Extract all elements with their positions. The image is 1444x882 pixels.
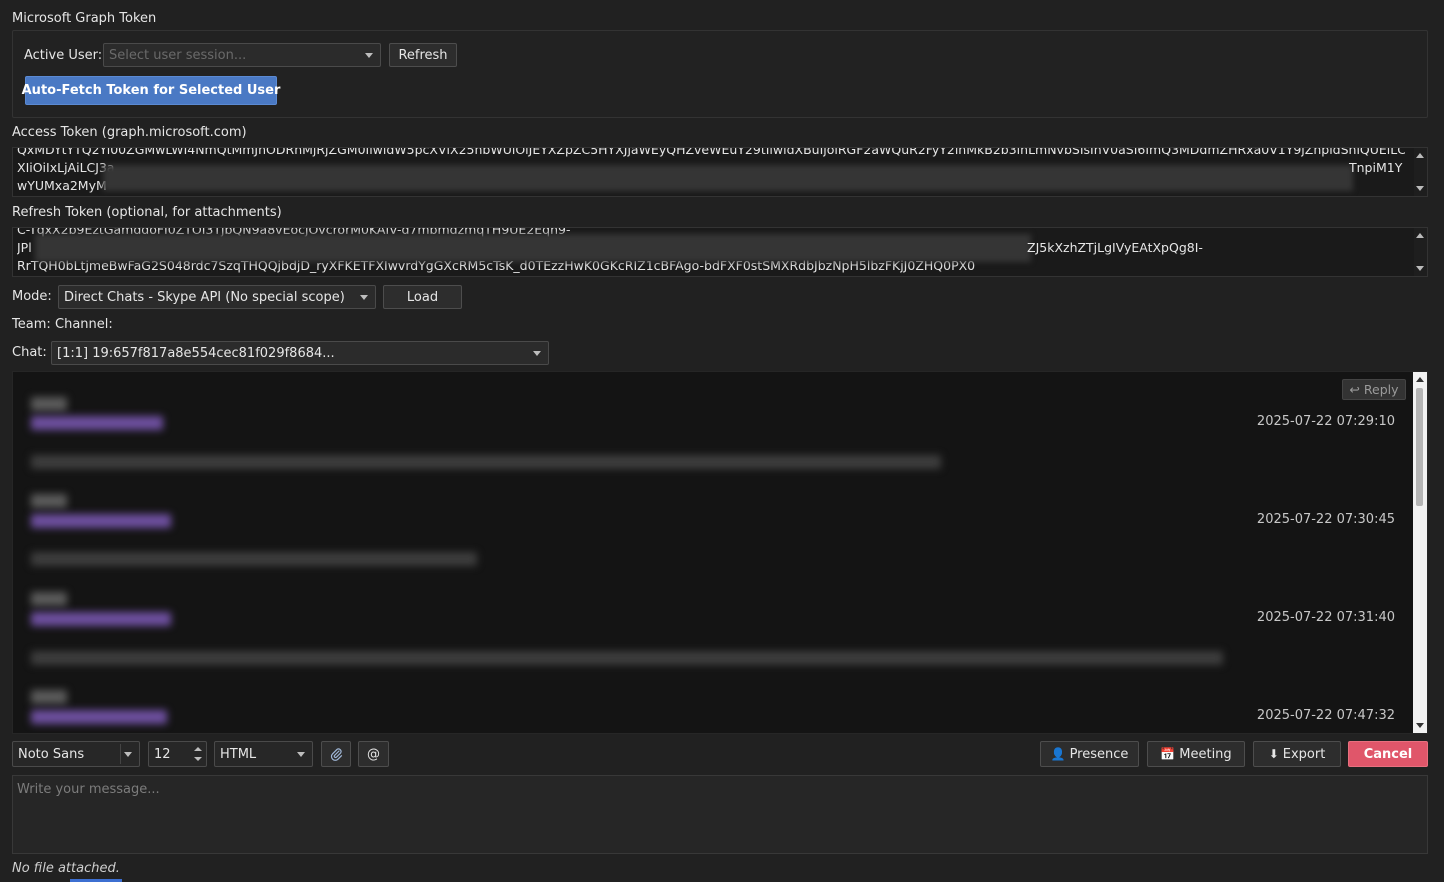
reply-button[interactable]: ↩ Reply bbox=[1342, 379, 1406, 400]
divider bbox=[120, 744, 121, 764]
token-group-box: Active User: Select user session... Refr… bbox=[12, 30, 1428, 118]
font-size-value: 12 bbox=[154, 746, 171, 762]
presence-label: Presence bbox=[1069, 746, 1129, 762]
chevron-down-icon bbox=[124, 752, 132, 757]
increment-icon[interactable] bbox=[194, 747, 202, 751]
sender-email bbox=[31, 514, 171, 528]
scroll-up-icon[interactable] bbox=[1416, 233, 1424, 238]
message-timestamp: 2025-07-22 07:47:32 bbox=[1256, 708, 1395, 723]
token-group-title: Microsoft Graph Token bbox=[12, 11, 157, 26]
message-timestamp: 2025-07-22 07:30:45 bbox=[1256, 512, 1395, 527]
font-size-stepper[interactable]: 12 bbox=[148, 741, 207, 767]
meeting-label: Meeting bbox=[1179, 746, 1232, 762]
refresh-token-scrollbar[interactable] bbox=[1414, 228, 1427, 276]
sender-email bbox=[31, 612, 171, 626]
person-icon: 👤 bbox=[1050, 747, 1066, 761]
sender-name bbox=[31, 397, 67, 411]
channel-label: Channel: bbox=[55, 317, 113, 332]
team-label: Team: bbox=[12, 317, 51, 332]
format-value: HTML bbox=[220, 746, 257, 762]
auto-fetch-token-button[interactable]: Auto-Fetch Token for Selected User bbox=[22, 76, 280, 105]
scroll-down-icon[interactable] bbox=[1416, 723, 1424, 728]
chat-select[interactable]: [1:1] 19:657f817a8e554cec81f029f8684... bbox=[51, 341, 549, 365]
message-body bbox=[31, 651, 1223, 665]
sender-email bbox=[31, 710, 167, 724]
calendar-icon: 📅 bbox=[1160, 747, 1176, 761]
chevron-down-icon bbox=[360, 295, 368, 300]
refresh-token-field[interactable]: C-TqxX2b9EztGamddoFI0ZTOI3TjbQN9a8vEocjO… bbox=[12, 227, 1428, 277]
chevron-down-icon bbox=[365, 53, 373, 58]
active-user-placeholder: Select user session... bbox=[109, 47, 247, 63]
attachment-status: No file attached. bbox=[12, 861, 120, 876]
active-user-label: Active User: bbox=[24, 48, 103, 63]
compose-placeholder: Write your message... bbox=[17, 782, 160, 797]
font-family-select[interactable]: Noto Sans bbox=[12, 741, 140, 767]
access-token-line-1: QxMDYtYTQ2Yi00ZGMwLWI4NmQtMmJhODRhMjRjZG… bbox=[17, 147, 1405, 157]
paperclip-icon bbox=[330, 748, 342, 761]
format-select[interactable]: HTML bbox=[214, 741, 313, 767]
presence-button[interactable]: 👤 Presence bbox=[1040, 741, 1139, 767]
load-button[interactable]: Load bbox=[383, 285, 462, 309]
access-token-scrollbar[interactable] bbox=[1414, 148, 1427, 196]
message-body bbox=[31, 552, 477, 566]
cancel-button[interactable]: Cancel bbox=[1348, 741, 1428, 767]
mode-select[interactable]: Direct Chats - Skype API (No special sco… bbox=[58, 285, 376, 309]
access-token-label: Access Token (graph.microsoft.com) bbox=[12, 125, 247, 140]
chevron-down-icon bbox=[297, 752, 305, 757]
chat-scrollbar[interactable] bbox=[1413, 372, 1427, 733]
decrement-icon[interactable] bbox=[194, 757, 202, 761]
download-icon: ⬇ bbox=[1268, 747, 1279, 761]
mention-button[interactable]: @ bbox=[358, 741, 389, 767]
message-body bbox=[31, 455, 941, 469]
redacted-region bbox=[103, 165, 1353, 191]
font-family-value: Noto Sans bbox=[18, 746, 85, 762]
export-button[interactable]: ⬇ Export bbox=[1253, 741, 1341, 767]
message-compose-input[interactable]: Write your message... bbox=[12, 775, 1428, 854]
message-timestamp: 2025-07-22 07:31:40 bbox=[1256, 610, 1395, 625]
chevron-down-icon bbox=[533, 351, 541, 356]
refresh-token-line-2-tail: ZJ5kXzhZTjLgIVyEAtXpQg8I- bbox=[1027, 240, 1203, 255]
chat-messages-area[interactable]: ↩ Reply 2025-07-22 07:29:10 2025-07-22 0… bbox=[12, 371, 1428, 734]
meeting-button[interactable]: 📅 Meeting bbox=[1147, 741, 1245, 767]
scroll-down-icon[interactable] bbox=[1416, 266, 1424, 271]
sender-name bbox=[31, 690, 67, 704]
scroll-up-icon[interactable] bbox=[1416, 153, 1424, 158]
mode-label: Mode: bbox=[12, 289, 52, 304]
sender-name bbox=[31, 494, 67, 508]
access-token-field[interactable]: QxMDYtYTQ2Yi00ZGMwLWI4NmQtMmJhODRhMjRjZG… bbox=[12, 147, 1428, 197]
chat-label: Chat: bbox=[12, 345, 47, 360]
attach-file-button[interactable] bbox=[321, 741, 351, 767]
refresh-token-label: Refresh Token (optional, for attachments… bbox=[12, 205, 282, 220]
export-label: Export bbox=[1282, 746, 1326, 762]
access-token-line-2-tail: TnpiM1Y bbox=[1349, 160, 1403, 175]
sender-email bbox=[31, 416, 163, 430]
active-user-select[interactable]: Select user session... bbox=[103, 43, 381, 67]
scroll-up-icon[interactable] bbox=[1416, 377, 1424, 382]
redacted-region bbox=[35, 234, 1031, 262]
sender-name bbox=[31, 592, 67, 606]
chat-value: [1:1] 19:657f817a8e554cec81f029f8684... bbox=[57, 345, 335, 361]
scroll-down-icon[interactable] bbox=[1416, 186, 1424, 191]
message-timestamp: 2025-07-22 07:29:10 bbox=[1256, 414, 1395, 429]
refresh-button[interactable]: Refresh bbox=[389, 43, 457, 67]
mode-value: Direct Chats - Skype API (No special sco… bbox=[64, 289, 345, 305]
scroll-thumb[interactable] bbox=[1416, 388, 1423, 506]
